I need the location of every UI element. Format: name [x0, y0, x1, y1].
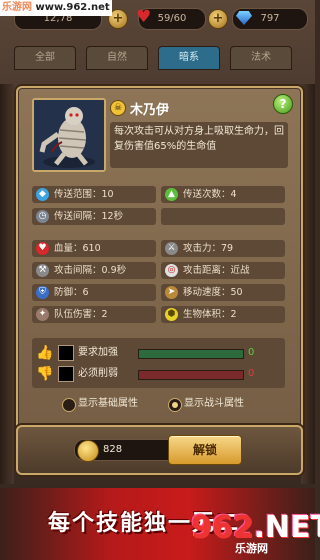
unit-portrait [32, 98, 106, 172]
buff-checkbox[interactable] [58, 345, 74, 361]
tab-magic[interactable]: 法术 [230, 46, 292, 70]
unit-detail-panel: ☠ 木乃伊 ? 每次攻击可从对方身上吸取生命力，回复伤害值65%的生命值 ◆ 传… [16, 86, 303, 462]
heart-icon: ♥ [136, 7, 152, 27]
stat-body-size-text: 生物体积：2 [183, 309, 237, 320]
stat-defense-text: 防御：6 [54, 287, 89, 298]
stat-transfer-range-text: 传送范围：10 [54, 189, 114, 200]
nerf-checkbox[interactable] [58, 366, 74, 382]
left-frame-decor [0, 84, 14, 484]
unit-name: 木乃伊 [130, 103, 170, 118]
balance-vote-box: 👍 要求加强 0 👎 必须削弱 0 [32, 338, 285, 388]
nerf-label: 必须削弱 [78, 368, 118, 379]
attribute-mode-radios: 显示基础属性 显示战斗属性 [18, 395, 301, 413]
unlock-panel: 828 解锁 [16, 425, 303, 475]
unlock-button[interactable]: 解锁 [168, 435, 242, 465]
watermark-bottom: 962.NET 乐游网 [191, 510, 320, 556]
shield-icon: ⛨ [36, 286, 49, 299]
stat-transfer-interval-text: 传送间隔：12秒 [54, 211, 124, 222]
stat-attack-text: 攻击力：79 [183, 243, 234, 254]
right-frame-decor [301, 84, 315, 484]
buff-bar [138, 349, 244, 359]
stat-attack-range: ◎ 攻击距离：近战 [161, 262, 285, 279]
stat-body-size: ⬢ 生物体积：2 [161, 306, 285, 323]
stat-transfer-count-text: 传送次数：4 [183, 189, 237, 200]
thumbs-down-icon: 👎 [36, 366, 54, 382]
stat-empty-slot [161, 208, 285, 225]
coin-cost: 828 [74, 439, 178, 462]
heart-icon: ♥ [36, 242, 49, 255]
stat-hp: ♥ 血量：610 [32, 240, 156, 257]
stat-transfer-interval: ◷ 传送间隔：12秒 [32, 208, 156, 225]
hexagon-icon: ⬢ [165, 308, 178, 321]
tab-nature[interactable]: 自然 [86, 46, 148, 70]
buff-label: 要求加强 [78, 347, 118, 358]
sword-icon: ⚔ [165, 242, 178, 255]
stat-transfer-range: ◆ 传送范围：10 [32, 186, 156, 203]
boot-icon: ➤ [165, 286, 178, 299]
stat-attack: ⚔ 攻击力：79 [161, 240, 285, 257]
nerf-value: 0 [248, 368, 255, 379]
hearts-value: 59/60 [157, 13, 187, 24]
watermark-site: 乐游网 [2, 2, 32, 13]
nerf-row: 👎 必须削弱 0 [36, 365, 281, 383]
attack-interval-icon: ⚒ [36, 264, 49, 277]
radio-basic-label: 显示基础属性 [78, 398, 138, 409]
watermark-url: www.962.net [35, 2, 110, 13]
stat-team-damage-text: 队伍伤害：2 [54, 309, 108, 320]
stat-attack-interval-text: 攻击间隔：0.9秒 [54, 265, 127, 276]
team-damage-icon: ✦ [36, 308, 49, 321]
add-hearts-button[interactable]: + [208, 9, 228, 29]
radio-combat-label: 显示战斗属性 [184, 398, 244, 409]
target-icon: ◎ [165, 264, 178, 277]
stat-attack-interval: ⚒ 攻击间隔：0.9秒 [32, 262, 156, 279]
category-tabs: 全部 自然 暗系 法术 [14, 46, 301, 70]
clock-icon: ◷ [36, 210, 49, 223]
skull-icon: ☠ [110, 100, 126, 116]
stat-transfer-count: ▲ 传送次数：4 [161, 186, 285, 203]
stat-defense: ⛨ 防御：6 [32, 284, 156, 301]
stat-hp-text: 血量：610 [54, 243, 101, 254]
radio-combat-attributes[interactable] [168, 398, 182, 412]
stat-attack-range-text: 攻击距离：近战 [183, 265, 250, 276]
coin-icon [77, 440, 99, 462]
radio-basic-attributes[interactable] [62, 398, 76, 412]
coin-cost-value: 828 [103, 444, 123, 455]
nerf-bar [138, 370, 244, 380]
stat-move-speed-text: 移动速度：50 [183, 287, 243, 298]
stat-team-damage: ✦ 队伍伤害：2 [32, 306, 156, 323]
droplet-icon: ◆ [36, 188, 49, 201]
gems-value: 797 [260, 13, 280, 24]
unit-description: 每次攻击可从对方身上吸取生命力，回复伤害值65%的生命值 [110, 122, 288, 168]
thumbs-up-icon: 👍 [36, 345, 54, 361]
triangle-icon: ▲ [165, 188, 178, 201]
watermark-top: 乐游网 www.962.net [0, 0, 112, 16]
mummy-portrait-image [34, 100, 104, 170]
tab-dark[interactable]: 暗系 [158, 46, 220, 70]
buff-value: 0 [248, 347, 255, 358]
stat-move-speed: ➤ 移动速度：50 [161, 284, 285, 301]
help-button[interactable]: ? [273, 94, 293, 114]
buff-row: 👍 要求加强 0 [36, 344, 281, 362]
watermark-sub: 乐游网 [235, 542, 268, 555]
tab-all[interactable]: 全部 [14, 46, 76, 70]
